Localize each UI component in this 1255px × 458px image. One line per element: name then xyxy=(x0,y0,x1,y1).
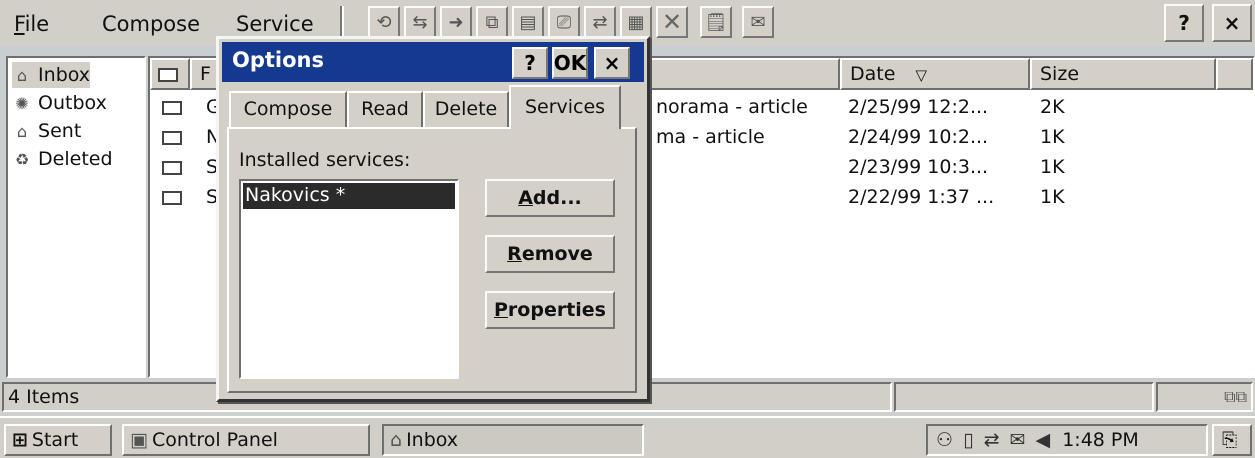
toolbar-separator xyxy=(340,6,344,40)
dialog-ok-button[interactable]: OK xyxy=(552,47,588,79)
deleted-icon: ♻ xyxy=(14,150,30,169)
table-row[interactable]: S 2/22/99 1:37 ... 1K xyxy=(154,182,1065,212)
add-button[interactable]: Add... xyxy=(485,179,615,217)
forward-icon[interactable]: ➜ xyxy=(440,6,472,38)
send-receive-icon[interactable]: ⇄ xyxy=(584,6,616,38)
menu-file-rest: ile xyxy=(24,12,50,36)
clock[interactable]: 1:48 PM xyxy=(1062,429,1139,451)
dialog-help-button[interactable]: ? xyxy=(512,47,548,79)
folder-label: Inbox xyxy=(38,64,91,86)
desktop-icon[interactable]: ⎘ xyxy=(1212,424,1252,456)
start-label: Start xyxy=(31,429,79,451)
print-icon[interactable]: ▦ xyxy=(620,6,652,38)
menu-compose[interactable]: Compose xyxy=(102,10,200,38)
envelope-icon xyxy=(162,160,182,175)
envelope-icon xyxy=(162,190,182,205)
folder-label: Outbox xyxy=(38,92,107,114)
cell-date: 2/25/99 12:2... xyxy=(848,96,989,118)
mail-notify-icon[interactable]: ✉ xyxy=(1010,429,1026,451)
cell-size: 1K xyxy=(1040,126,1065,148)
tab-delete[interactable]: Delete xyxy=(423,91,509,127)
services-listbox[interactable]: Nakovics * xyxy=(239,179,459,379)
taskbar: ⊞ Start ▣ Control Panel ⌂ Inbox ⚇ ▯ ⇄ ✉ ◀ 1… xyxy=(0,416,1255,458)
help-button[interactable]: ? xyxy=(1164,4,1204,42)
volume-icon[interactable]: ◀ xyxy=(1036,429,1051,451)
battery-icon[interactable]: ▯ xyxy=(963,429,973,451)
options-dialog: Options ? OK × Compose Read Delete Servi… xyxy=(216,36,650,402)
folder-label: Deleted xyxy=(38,148,113,170)
column-filler-header xyxy=(1216,58,1253,90)
sent-icon: ⌂ xyxy=(16,122,28,141)
connect-icon[interactable]: ⎚ xyxy=(548,6,580,38)
folder-inbox[interactable]: ⌂ Inbox xyxy=(12,62,91,88)
outbox-icon: ✺ xyxy=(15,94,29,113)
reply-all-icon[interactable]: ⇆ xyxy=(404,6,436,38)
system-tray: ⚇ ▯ ⇄ ✉ ◀ 1:48 PM xyxy=(926,424,1208,456)
tab-read[interactable]: Read xyxy=(347,91,423,127)
installed-services-label: Installed services: xyxy=(239,149,411,171)
cell-date: 2/23/99 10:3... xyxy=(848,156,989,178)
delete-icon[interactable]: ✕ xyxy=(656,6,688,38)
reply-icon[interactable]: ⟲ xyxy=(368,6,400,38)
flag-icon[interactable]: ▤ xyxy=(512,6,544,38)
envelope-icon xyxy=(158,67,178,82)
dialog-title: Options xyxy=(232,48,324,72)
table-row[interactable]: G norama - article 2/25/99 12:2... 2K xyxy=(154,92,1065,122)
cell-subject: ma - article xyxy=(656,126,765,148)
menu-file[interactable]: File xyxy=(14,10,49,38)
folder-outbox[interactable]: ✺ Outbox xyxy=(12,90,107,116)
folder-deleted[interactable]: ♻ Deleted xyxy=(12,146,113,172)
folder-sent[interactable]: ⌂ Sent xyxy=(12,118,81,144)
envelope-icon xyxy=(162,130,182,145)
taskbar-item-label: Control Panel xyxy=(151,429,278,451)
mailbox-icon[interactable]: ✉ xyxy=(742,6,774,38)
control-panel-icon: ▣ xyxy=(130,429,148,451)
taskbar-control-panel[interactable]: ▣ Control Panel xyxy=(122,424,370,456)
cell-date: 2/22/99 1:37 ... xyxy=(848,186,995,208)
properties-button[interactable]: Properties xyxy=(485,291,615,329)
folder-label: Sent xyxy=(38,120,82,142)
column-size-header[interactable]: Size xyxy=(1030,58,1216,90)
date-header-label: Date xyxy=(850,63,896,85)
properties-icon[interactable]: 🗒 xyxy=(700,6,732,38)
start-button[interactable]: ⊞ Start xyxy=(4,424,112,456)
taskbar-inbox[interactable]: ⌂ Inbox xyxy=(382,424,644,456)
sort-descending-icon: ▽ xyxy=(915,66,928,84)
menu-service[interactable]: Service xyxy=(236,10,314,38)
table-row[interactable]: N ma - article 2/24/99 10:2... 1K xyxy=(154,122,1065,152)
cell-size: 2K xyxy=(1040,96,1065,118)
list-item[interactable]: Nakovics * xyxy=(243,183,455,209)
table-row[interactable]: S 2/23/99 10:3... 1K xyxy=(154,152,1065,182)
close-icon[interactable]: × xyxy=(1212,4,1252,42)
tab-services[interactable]: Services xyxy=(509,85,621,129)
taskbar-item-label: Inbox xyxy=(406,429,459,451)
column-date-header[interactable]: Date ▽ xyxy=(840,58,1030,90)
cell-size: 1K xyxy=(1040,156,1065,178)
dialog-title-bar[interactable]: Options ? OK × xyxy=(222,42,644,82)
remove-button[interactable]: Remove xyxy=(485,235,615,273)
column-icon-header[interactable] xyxy=(150,58,190,90)
cell-subject: norama - article xyxy=(656,96,808,118)
folder-pane: ⌂ Inbox ✺ Outbox ⌂ Sent ♻ Deleted xyxy=(6,56,146,378)
attachment-icon[interactable]: ⧉ xyxy=(476,6,508,38)
windows-logo-icon: ⊞ xyxy=(12,429,28,451)
network-icon: ⧉⧉ xyxy=(1156,382,1253,412)
services-tab-page: Installed services: Nakovics * Add... Re… xyxy=(227,127,637,393)
network-icon[interactable]: ⚇ xyxy=(936,429,953,451)
inbox-icon: ⌂ xyxy=(390,429,403,451)
envelope-icon xyxy=(162,100,182,115)
close-icon[interactable]: × xyxy=(594,47,630,79)
inbox-icon: ⌂ xyxy=(16,66,28,85)
tab-compose[interactable]: Compose xyxy=(229,91,347,127)
cell-size: 1K xyxy=(1040,186,1065,208)
cell-date: 2/24/99 10:2... xyxy=(848,126,989,148)
connection-icon[interactable]: ⇄ xyxy=(984,429,1000,451)
status-panel xyxy=(894,382,1154,412)
